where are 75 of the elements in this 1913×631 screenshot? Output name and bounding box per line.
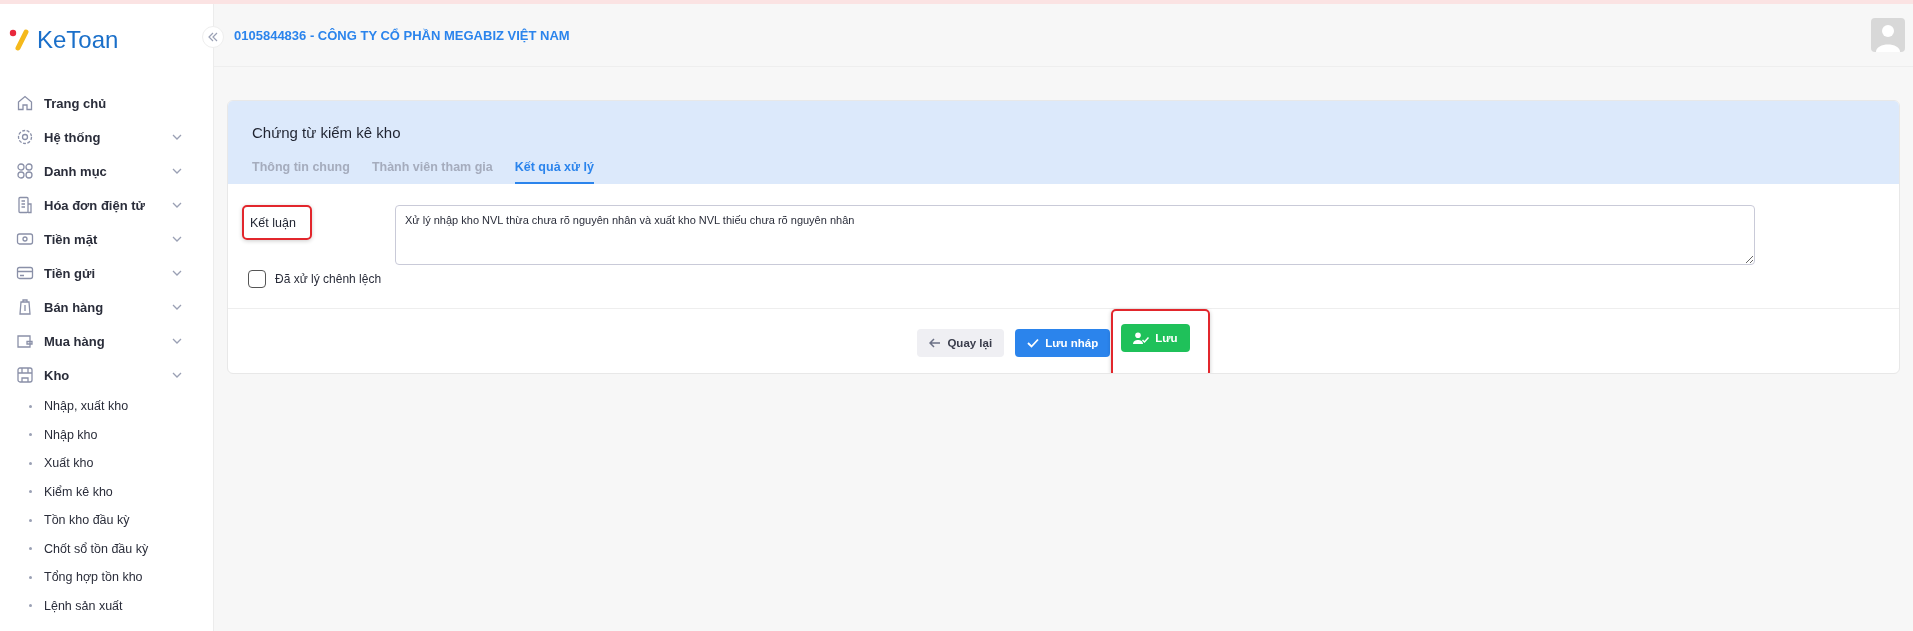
- document-icon: [16, 196, 34, 214]
- arrow-left-icon: [929, 338, 942, 348]
- checkbox[interactable]: [248, 270, 266, 288]
- sidebar-subitem[interactable]: Chốt sổ tồn đầu kỳ: [0, 534, 213, 563]
- sidebar-subitem[interactable]: Nhập kho: [0, 420, 213, 449]
- sidebar-item[interactable]: Tiền mặt: [0, 222, 213, 256]
- sidebar-subitem[interactable]: Tồn kho đầu kỳ: [0, 506, 213, 535]
- sidebar-item[interactable]: Hệ thống: [0, 120, 213, 154]
- sidebar-subitem-label: Nhập kho: [44, 427, 98, 442]
- bullet-icon: [29, 547, 32, 551]
- sidebar-subitem-label: Nhập, xuất kho: [44, 399, 129, 414]
- sidebar-subitem[interactable]: Kiểm kê kho: [0, 477, 213, 506]
- company-name: 0105844836 - CÔNG TY CỔ PHẦN MEGABIZ VIỆT NAM: [234, 27, 571, 43]
- sidebar-item-label: Kho: [44, 367, 71, 383]
- chevron-down-icon: [172, 168, 182, 174]
- user-check-icon: [1133, 332, 1150, 344]
- sidebar-item-label: Hóa đơn điện tử: [44, 197, 146, 213]
- checkbox-label: Đã xử lý chênh lệch: [275, 272, 382, 286]
- sidebar-subitem[interactable]: Lệnh sản xuất: [0, 591, 213, 620]
- chevron-down-icon: [172, 304, 182, 310]
- sidebar-subitem-label: Lệnh sản xuất: [44, 598, 123, 613]
- banknote-icon: [16, 230, 34, 248]
- sidebar-item-label: Mua hàng: [44, 333, 106, 349]
- double-chevron-left-icon: [208, 32, 218, 42]
- credit-card-icon: [16, 264, 34, 282]
- chevron-down-icon: [172, 270, 182, 276]
- bullet-icon: [29, 404, 32, 408]
- back-button[interactable]: Quay lại: [917, 329, 1005, 357]
- price-tag-icon: [16, 298, 34, 316]
- card-title: Chứng từ kiểm kê kho: [252, 123, 402, 141]
- sidebar-item-label: Trang chủ: [44, 95, 108, 111]
- chevron-down-icon: [172, 372, 182, 378]
- chevron-down-icon: [172, 236, 182, 242]
- save-draft-button[interactable]: Lưu nháp: [1015, 329, 1111, 357]
- sidebar-subitem-label: Chốt sổ tồn đầu kỳ: [44, 541, 149, 556]
- conclusion-textarea[interactable]: Xử lý nhập kho NVL thừa chưa rõ nguyên nhân và xuất kho NVL thiếu chưa rõ nguyên nhân: [395, 205, 1755, 265]
- sidebar-subitem-label: Tổng hợp tồn kho: [44, 570, 143, 585]
- sidebar-subitem[interactable]: Nhập, xuất kho: [0, 392, 213, 421]
- grid-icon: [16, 162, 34, 180]
- sidebar-item-label: Tiền gửi: [44, 265, 97, 281]
- bullet-icon: [29, 433, 32, 437]
- sidebar-item[interactable]: Bán hàng: [0, 290, 213, 324]
- bullet-icon: [29, 575, 32, 579]
- sidebar-item[interactable]: Kho: [0, 358, 213, 392]
- conclusion-label: Kết luận: [242, 205, 312, 240]
- chevron-down-icon: [172, 134, 182, 140]
- sidebar-subitem-label: Kiểm kê kho: [44, 484, 113, 499]
- sidebar-item-label: Tiền mặt: [44, 231, 99, 247]
- bullet-icon: [29, 604, 32, 608]
- store-icon: [16, 366, 34, 384]
- sidebar-item[interactable]: Trang chủ: [0, 86, 213, 120]
- sidebar-item[interactable]: Danh mục: [0, 154, 213, 188]
- logo-icon: [9, 28, 31, 52]
- bullet-icon: [29, 461, 32, 465]
- collapse-sidebar-button[interactable]: [202, 26, 224, 48]
- sidebar-item[interactable]: Tiền gửi: [0, 256, 213, 290]
- gear-icon: [16, 128, 34, 146]
- sidebar-item[interactable]: Hóa đơn điện tử: [0, 188, 213, 222]
- avatar-icon[interactable]: [1871, 18, 1905, 52]
- sidebar-subitem[interactable]: Xuất kho: [0, 449, 213, 478]
- sidebar-subitem-label: Xuất kho: [44, 456, 94, 471]
- home-icon: [16, 94, 34, 112]
- logo-text: KeToan: [37, 26, 119, 54]
- bullet-icon: [29, 518, 32, 522]
- sidebar-item-label: Danh mục: [44, 163, 108, 179]
- chevron-down-icon: [172, 338, 182, 344]
- check-icon: [1027, 338, 1040, 348]
- chevron-down-icon: [172, 202, 182, 208]
- sidebar-item-label: Bán hàng: [44, 299, 105, 315]
- sidebar-item[interactable]: Mua hàng: [0, 324, 213, 358]
- sidebar-subitem[interactable]: Tổng hợp tồn kho: [0, 563, 213, 592]
- sidebar-subitem-label: Tồn kho đầu kỳ: [44, 513, 130, 528]
- sidebar-item-label: Hệ thống: [44, 129, 102, 145]
- bullet-icon: [29, 490, 32, 494]
- wallet-icon: [16, 332, 34, 350]
